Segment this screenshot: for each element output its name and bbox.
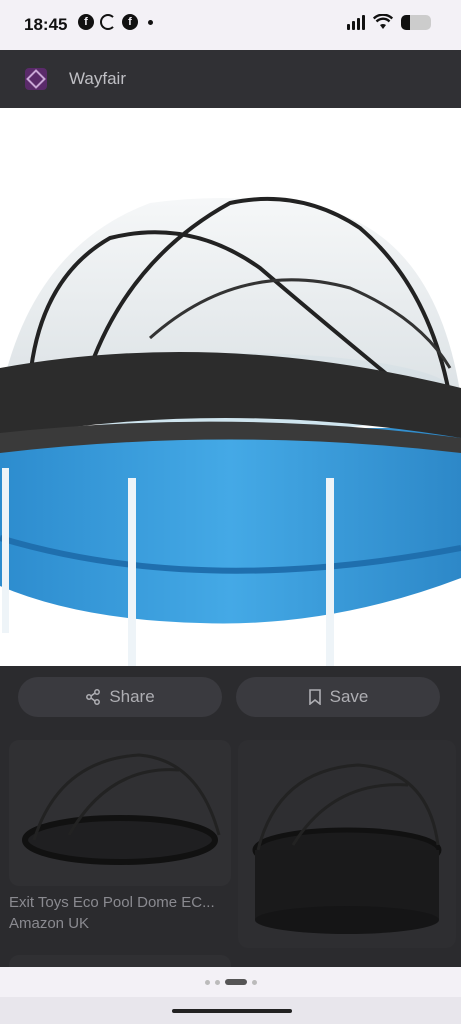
pool-dome-thumbnail — [22, 753, 221, 865]
source-bar[interactable]: Wayfair — [0, 50, 461, 108]
source-name: Wayfair — [69, 69, 126, 88]
image-viewer: Wayfair Share Save Exit Toys Eco Pool Do… — [0, 50, 461, 967]
share-button[interactable]: Share — [18, 677, 222, 717]
page-dot-active — [224, 979, 247, 985]
result-source: Amazon UK — [9, 915, 90, 932]
action-bar: Share Save — [0, 668, 461, 738]
signal-icon — [347, 14, 365, 30]
result-thumbnail — [9, 740, 231, 886]
notification-icons: f f — [78, 14, 153, 30]
status-bar: 18:45 f f — [0, 0, 461, 50]
page-indicator — [0, 967, 461, 997]
share-label: Share — [109, 687, 155, 706]
page-dot — [214, 979, 220, 985]
home-indicator[interactable] — [172, 1009, 292, 1013]
main-product-image[interactable] — [0, 108, 461, 676]
result-card[interactable]: Exit Toys Eco Pool Dome EC... Amazon UK — [9, 740, 231, 932]
facebook-icon: f — [78, 14, 94, 30]
page-dot — [204, 979, 210, 985]
sync-icon — [100, 14, 116, 30]
facebook-icon: f — [122, 14, 138, 30]
pool-dome-thumbnail — [252, 763, 442, 934]
save-button[interactable]: Save — [236, 677, 440, 717]
navigation-bar — [0, 997, 461, 1024]
wifi-icon — [373, 14, 393, 29]
pool-dome-image — [0, 196, 461, 676]
result-card[interactable] — [238, 740, 456, 948]
status-time: 18:45 — [24, 15, 68, 34]
page-dot — [251, 979, 257, 985]
result-card-peek[interactable] — [9, 955, 231, 967]
bookmark-icon — [308, 689, 321, 705]
result-title: Exit Toys Eco Pool Dome EC... — [9, 894, 215, 911]
more-notifications-dot — [148, 19, 153, 25]
wayfair-logo-icon — [25, 68, 47, 90]
related-results: Exit Toys Eco Pool Dome EC... Amazon UK — [0, 740, 461, 967]
share-icon — [86, 689, 101, 705]
system-icons — [347, 14, 431, 30]
result-thumbnail — [238, 740, 456, 948]
save-label: Save — [329, 687, 369, 706]
battery-icon — [401, 15, 431, 30]
